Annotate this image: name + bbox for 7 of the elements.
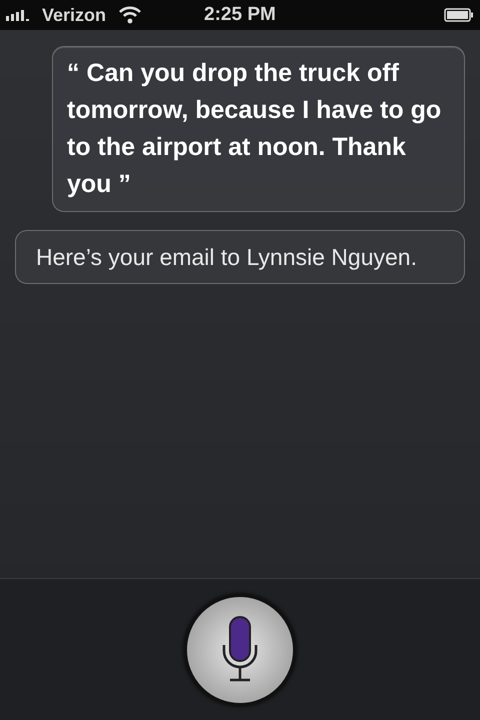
microphone-icon <box>220 614 260 684</box>
status-time: 2:25 PM <box>204 2 276 27</box>
assistant-reply: Here’s your email to Lynnsie Nguyen. <box>36 243 418 272</box>
carrier-name: Verizon <box>42 4 106 26</box>
wifi-icon <box>118 6 142 24</box>
battery-icon <box>444 8 474 22</box>
user-utterance: “ Can you drop the truck off tomorrow, because I have to go to the airport at noon. Thank you ” <box>67 58 442 200</box>
